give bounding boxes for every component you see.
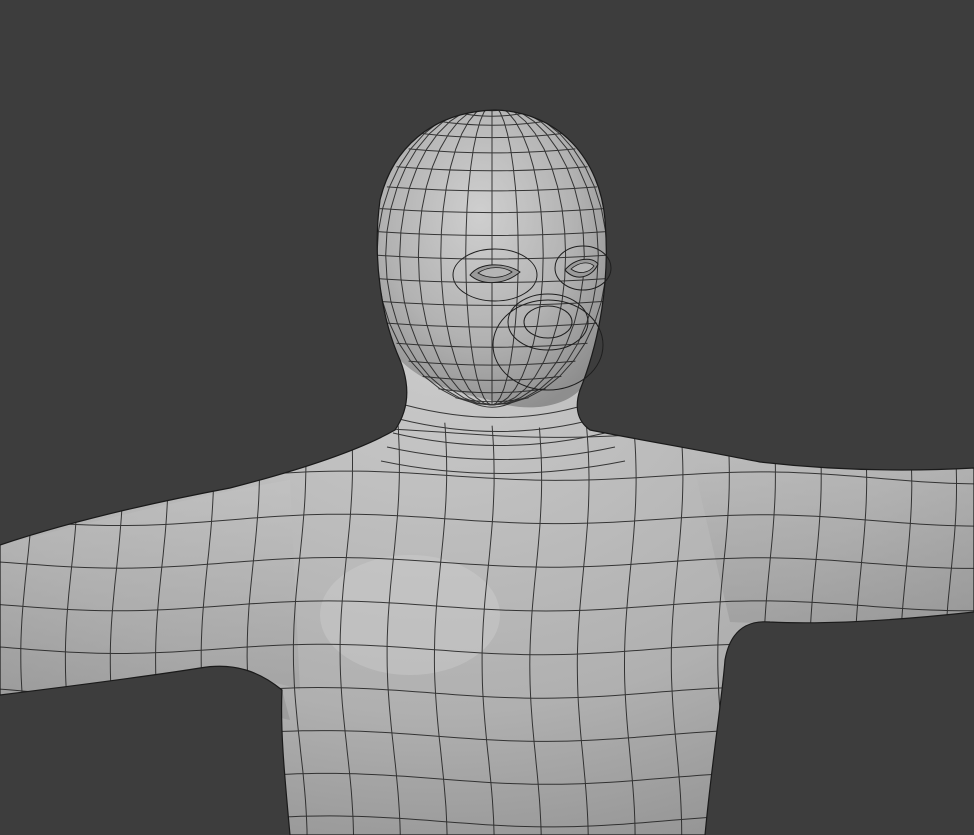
- left-arm-shade: [0, 480, 300, 695]
- viewport-scene: [0, 109, 974, 835]
- right-arm-shade: [690, 450, 974, 624]
- 3d-viewport[interactable]: [0, 0, 974, 835]
